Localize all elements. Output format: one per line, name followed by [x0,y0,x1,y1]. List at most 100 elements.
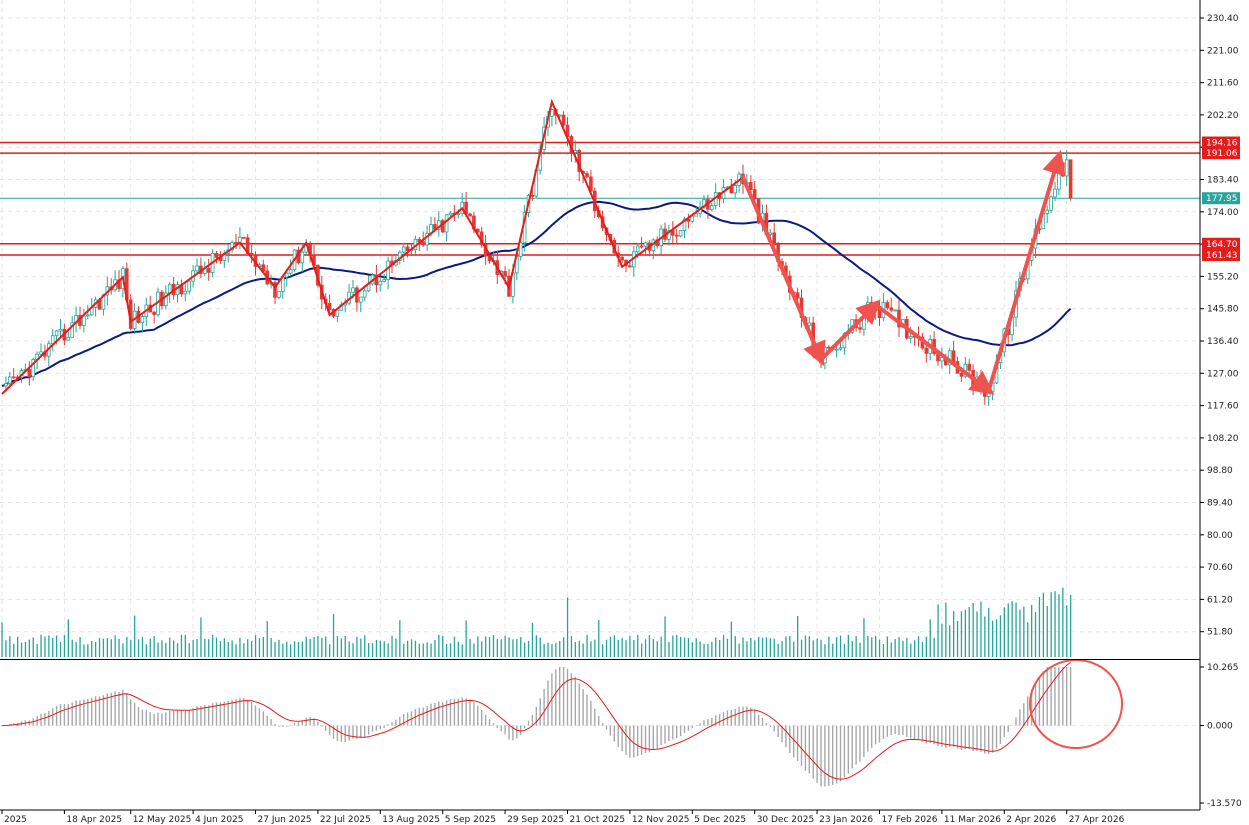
volume-bar [173,640,175,657]
volume-bar [169,637,171,657]
oscillator-bar [520,725,522,735]
volume-bar [180,634,183,657]
oscillator-bar [793,725,795,758]
volume-bar [664,616,666,657]
volume-bar [1034,612,1037,657]
oscillator-bar [1003,725,1005,737]
price-tick-label: 61.20 [1207,595,1233,605]
volume-bar [176,643,179,657]
oscillator-bar [691,725,693,729]
oscillator-bar [71,702,73,726]
volume-bar [758,636,760,657]
oscillator-bar [67,704,69,726]
volume-bar [765,637,768,657]
oscillator-bar [867,725,869,752]
candle [1061,161,1065,178]
volume-bar [24,642,27,657]
volume-bar [36,643,38,657]
oscillator-bar [364,725,366,737]
candle-body [288,269,293,274]
volume-bar [449,643,452,657]
oscillator-bar [746,706,748,726]
volume-bar [609,636,612,657]
chart-svg: 230.40221.00211.60202.20192.80183.40174.… [0,0,1249,825]
oscillator-bar [863,725,865,758]
oscillator-bar [703,720,705,726]
volume-bar [469,638,471,657]
oscillator-bar [730,709,732,726]
candle-body [1064,159,1069,177]
volume-bar [777,643,779,657]
oscillator-bar [126,692,128,726]
volume-bar [1027,622,1029,657]
volume-bar [964,609,966,657]
volume-bar [602,644,604,657]
oscillator-bar [418,707,420,726]
volume-bar [707,643,709,657]
oscillator-bar [75,700,77,726]
volume-bar [559,641,561,657]
volume-bar [309,638,311,657]
volume-bar [453,636,456,657]
oscillator-bar [219,702,222,726]
oscillator-bar [527,720,530,726]
candle-body [401,246,406,253]
oscillator-bar [570,673,573,726]
volume-bar [605,639,608,657]
time-tick-label: 18 Apr 2025 [66,815,122,825]
volume-bar [481,641,483,657]
volume-bar [1070,595,1072,657]
oscillator-bar [699,723,701,726]
volume-bar [847,634,849,657]
price-tick-label: 221.00 [1207,46,1239,56]
volume-bar [672,635,674,657]
candle [1049,195,1053,213]
volume-bar [422,643,424,657]
candle-body [54,330,59,337]
candle-body [358,296,363,303]
volume-bar [551,644,553,657]
oscillator-bar [258,708,261,726]
volume-bar [660,636,662,657]
volume-bar [321,637,323,657]
volume-bar [800,639,803,657]
volume-bar [329,644,331,657]
volume-bar [972,602,974,657]
oscillator-bar [871,725,873,748]
oscillator-bar [180,710,183,726]
volume-bar [773,638,775,657]
candle-body [448,212,453,216]
oscillator-bar [594,708,596,726]
candle-body [1053,188,1057,198]
volume-bar [641,643,643,657]
volume-bar [215,637,218,657]
oscillator-bar [808,725,810,774]
oscillator-bar [231,699,233,726]
oscillator-bar [102,695,105,726]
oscillator-bar [988,725,990,754]
oscillator-bar [828,725,830,786]
volume-bar [141,636,144,657]
oscillator-bar [777,725,779,738]
volume-bar [882,643,885,657]
oscillator-bar [754,709,756,726]
candle-body [710,205,714,210]
oscillator-bar [44,713,46,726]
volume-bar [843,643,846,657]
trading-chart[interactable]: 230.40221.00211.60202.20192.80183.40174.… [0,0,1249,825]
oscillator-bar [1050,667,1052,726]
volume-bar [968,607,970,657]
volume-bar [921,641,924,657]
oscillator-bar [874,725,877,745]
price-tick-label: 155.20 [1207,272,1239,282]
oscillator-bar [664,725,666,744]
oscillator-bar [239,698,241,726]
volume-bar [410,639,413,657]
volume-bar [122,643,124,657]
oscillator-bar [141,709,144,726]
oscillator-bar [555,669,557,726]
oscillator-bar [847,725,849,774]
oscillator-bar [243,697,245,726]
oscillator-bar [921,725,924,742]
volume-bar [407,640,409,657]
